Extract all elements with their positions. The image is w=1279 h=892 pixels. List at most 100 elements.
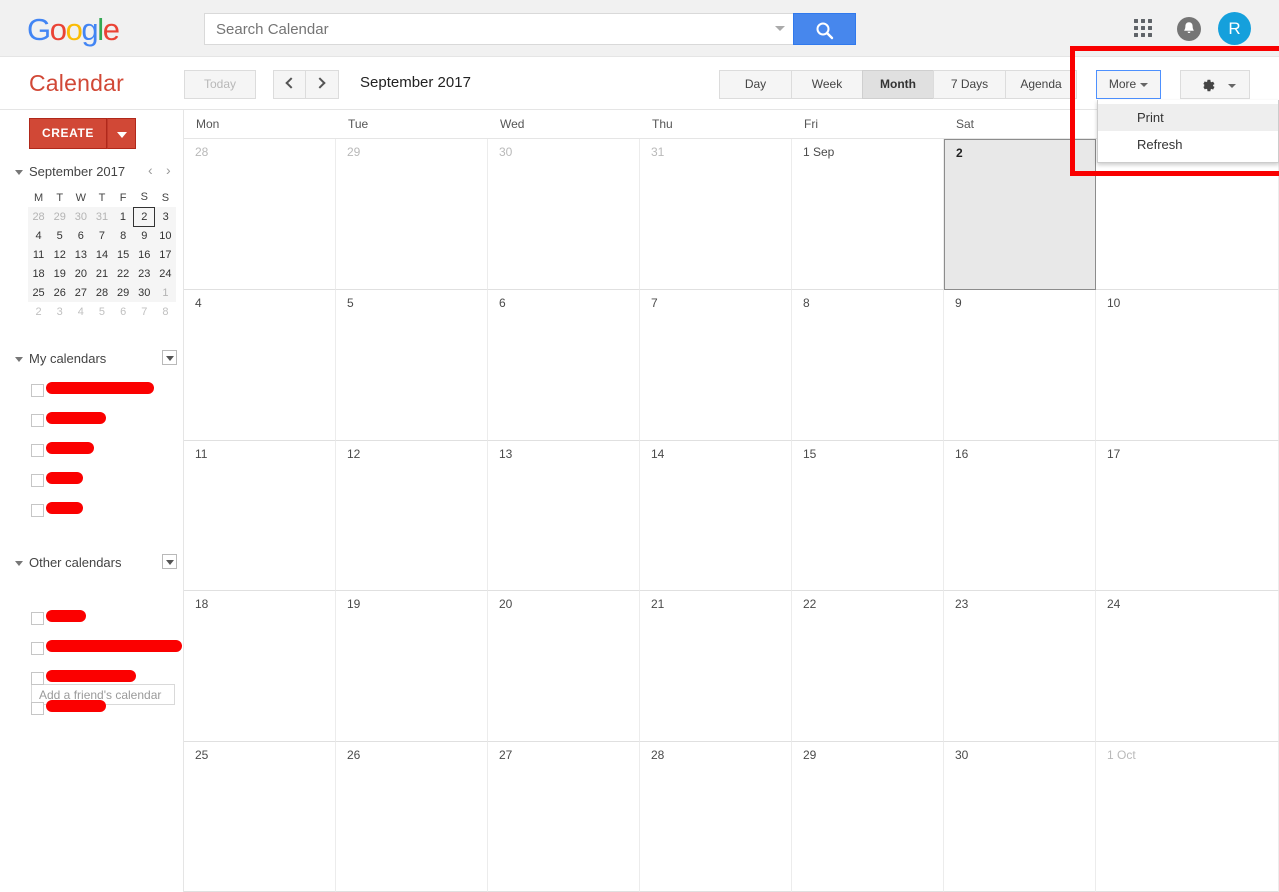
mini-cal-day[interactable]: 21 (91, 264, 113, 283)
my-calendar-item[interactable] (31, 501, 88, 523)
calendar-checkbox[interactable] (31, 474, 44, 487)
view-month-button[interactable]: Month (862, 70, 933, 99)
other-calendars-header[interactable]: Other calendars (15, 555, 122, 570)
search-input[interactable] (214, 14, 759, 44)
my-calendar-item[interactable] (31, 471, 88, 493)
day-cell[interactable]: 21 (640, 591, 792, 742)
mini-cal-day[interactable]: 17 (154, 245, 176, 264)
day-cell[interactable]: 6 (488, 290, 640, 441)
mini-cal-day[interactable]: 19 (49, 264, 71, 283)
mini-cal-day[interactable]: 8 (112, 226, 134, 245)
mini-cal-day[interactable]: 31 (91, 207, 113, 226)
calendar-checkbox[interactable] (31, 612, 44, 625)
day-cell[interactable]: 28 (640, 742, 792, 892)
mini-cal-day[interactable]: 28 (91, 283, 113, 302)
day-cell[interactable]: 9 (944, 290, 1096, 441)
day-cell[interactable]: 10 (1096, 290, 1279, 441)
day-cell[interactable]: 1 Sep (792, 139, 944, 290)
calendar-checkbox[interactable] (31, 642, 44, 655)
menu-item-refresh[interactable]: Refresh (1098, 131, 1278, 158)
day-cell[interactable]: 23 (944, 591, 1096, 742)
other-calendar-item[interactable] (31, 669, 141, 691)
google-logo[interactable]: Google (27, 13, 120, 46)
mini-cal-day[interactable]: 5 (49, 226, 71, 245)
day-cell[interactable]: 18 (184, 591, 336, 742)
search-button[interactable] (793, 13, 856, 45)
mini-cal-day[interactable]: 27 (70, 283, 92, 302)
other-calendars-options-button[interactable] (162, 554, 177, 569)
day-cell[interactable]: 8 (792, 290, 944, 441)
mini-cal-day[interactable]: 26 (49, 283, 71, 302)
mini-cal-day[interactable]: 10 (154, 226, 176, 245)
day-cell[interactable]: 30 (488, 139, 640, 290)
day-cell[interactable]: 29 (792, 742, 944, 892)
view-week-button[interactable]: Week (791, 70, 862, 99)
day-cell[interactable]: 2 (944, 139, 1096, 290)
day-cell[interactable]: 11 (184, 441, 336, 591)
day-cell[interactable]: 1 Oct (1096, 742, 1279, 892)
mini-cal-day[interactable]: 16 (133, 245, 155, 264)
mini-cal-day[interactable]: 1 (112, 207, 134, 226)
mini-cal-day[interactable]: 12 (49, 245, 71, 264)
calendar-checkbox[interactable] (31, 702, 44, 715)
calendar-checkbox[interactable] (31, 504, 44, 517)
mini-cal-day[interactable]: 4 (70, 302, 92, 321)
menu-item-print[interactable]: Print (1098, 104, 1278, 131)
mini-cal-day[interactable]: 15 (112, 245, 134, 264)
mini-cal-day[interactable]: 18 (28, 264, 50, 283)
view-agenda-button[interactable]: Agenda (1005, 70, 1077, 99)
mini-cal-day[interactable]: 28 (28, 207, 50, 226)
create-dropdown-button[interactable] (107, 118, 136, 149)
mini-cal-day[interactable]: 29 (49, 207, 71, 226)
day-cell[interactable]: 19 (336, 591, 488, 742)
my-calendars-header[interactable]: My calendars (15, 351, 106, 366)
settings-button[interactable] (1180, 70, 1250, 99)
mini-cal-day[interactable]: 8 (154, 302, 176, 321)
day-cell[interactable]: 22 (792, 591, 944, 742)
mini-cal-day[interactable]: 25 (28, 283, 50, 302)
mini-cal-day[interactable]: 24 (154, 264, 176, 283)
day-cell[interactable]: 17 (1096, 441, 1279, 591)
mini-calendar-next[interactable]: › (166, 162, 171, 178)
day-cell[interactable]: 28 (184, 139, 336, 290)
mini-cal-day[interactable]: 7 (133, 302, 155, 321)
my-calendar-item[interactable] (31, 411, 111, 433)
day-cell[interactable]: 25 (184, 742, 336, 892)
avatar[interactable]: R (1218, 12, 1251, 45)
mini-cal-day[interactable]: 9 (133, 226, 155, 245)
mini-cal-day[interactable]: 1 (154, 283, 176, 302)
day-cell[interactable]: 30 (944, 742, 1096, 892)
mini-cal-day[interactable]: 13 (70, 245, 92, 264)
day-cell[interactable]: 24 (1096, 591, 1279, 742)
today-button[interactable]: Today (184, 70, 256, 99)
notifications-button[interactable] (1177, 17, 1201, 41)
mini-calendar-title[interactable]: September 2017 (15, 164, 125, 179)
mini-cal-day[interactable]: 30 (70, 207, 92, 226)
mini-cal-day[interactable]: 6 (112, 302, 134, 321)
mini-cal-day[interactable]: 5 (91, 302, 113, 321)
mini-cal-day[interactable]: 29 (112, 283, 134, 302)
day-cell[interactable]: 5 (336, 290, 488, 441)
mini-cal-day[interactable]: 30 (133, 283, 155, 302)
prev-period-button[interactable] (273, 70, 306, 99)
next-period-button[interactable] (306, 70, 339, 99)
mini-cal-day[interactable]: 20 (70, 264, 92, 283)
day-cell[interactable]: 20 (488, 591, 640, 742)
apps-grid-icon[interactable] (1133, 17, 1157, 41)
calendar-checkbox[interactable] (31, 384, 44, 397)
my-calendar-item[interactable] (31, 441, 99, 463)
other-calendar-item[interactable] (31, 699, 111, 721)
day-cell[interactable]: 4 (184, 290, 336, 441)
day-cell[interactable]: 27 (488, 742, 640, 892)
mini-cal-day[interactable]: 3 (49, 302, 71, 321)
day-cell[interactable]: 13 (488, 441, 640, 591)
day-cell[interactable]: 26 (336, 742, 488, 892)
day-cell[interactable]: 31 (640, 139, 792, 290)
day-cell[interactable]: 12 (336, 441, 488, 591)
mini-calendar-prev[interactable]: ‹ (148, 162, 153, 178)
view-7days-button[interactable]: 7 Days (933, 70, 1005, 99)
calendar-checkbox[interactable] (31, 672, 44, 685)
day-cell[interactable]: 7 (640, 290, 792, 441)
mini-cal-day[interactable]: 4 (28, 226, 50, 245)
mini-cal-day[interactable]: 11 (28, 245, 50, 264)
